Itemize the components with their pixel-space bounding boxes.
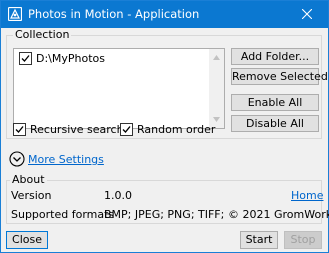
supported-formats-value: BMP; JPEG; PNG; TIFF; bbox=[104, 208, 225, 221]
scroll-down-icon[interactable] bbox=[213, 117, 220, 122]
window-content: Collection D:\MyPhotos Add Folder... Rem… bbox=[1, 28, 329, 252]
collection-group-title: Collection bbox=[13, 28, 72, 41]
close-button[interactable]: Close bbox=[6, 231, 48, 249]
chevron-down-circle-icon[interactable] bbox=[9, 151, 25, 167]
list-item[interactable]: D:\MyPhotos bbox=[15, 50, 211, 68]
close-icon bbox=[302, 9, 312, 19]
random-order-label: Random order bbox=[137, 123, 216, 136]
copyright-text: © 2021 GromWorks bbox=[228, 208, 329, 221]
list-scrollbar[interactable] bbox=[209, 49, 224, 128]
stop-button[interactable]: Stop bbox=[284, 231, 322, 249]
app-logo-icon bbox=[8, 7, 22, 21]
window-close-button[interactable] bbox=[286, 1, 328, 28]
home-link[interactable]: Home bbox=[291, 189, 323, 202]
add-folder-button[interactable]: Add Folder... bbox=[231, 48, 319, 65]
window-title: Photos in Motion - Application bbox=[28, 7, 200, 21]
scroll-up-icon[interactable] bbox=[213, 55, 220, 60]
checkmark-icon bbox=[122, 126, 131, 133]
more-settings-link[interactable]: More Settings bbox=[28, 153, 104, 166]
random-order-option[interactable]: Random order bbox=[120, 123, 215, 137]
folder-list[interactable]: D:\MyPhotos bbox=[13, 48, 225, 129]
recursive-search-option[interactable]: Recursive search bbox=[13, 123, 124, 137]
folder-enabled-checkbox[interactable] bbox=[19, 52, 32, 65]
version-value: 1.0.0 bbox=[104, 189, 132, 202]
start-button[interactable]: Start bbox=[240, 231, 278, 249]
title-bar[interactable]: Photos in Motion - Application bbox=[1, 1, 328, 28]
disable-all-button[interactable]: Disable All bbox=[231, 115, 319, 132]
recursive-search-checkbox[interactable] bbox=[13, 123, 26, 136]
random-order-checkbox[interactable] bbox=[120, 123, 133, 136]
folder-path: D:\MyPhotos bbox=[36, 52, 105, 65]
supported-formats-label: Supported formats bbox=[11, 208, 115, 221]
checkmark-icon bbox=[21, 55, 30, 62]
about-group: About Version 1.0.0 Home Supported forma… bbox=[6, 173, 329, 224]
about-group-title: About bbox=[10, 173, 47, 186]
recursive-search-label: Recursive search bbox=[30, 123, 124, 136]
remove-selected-button[interactable]: Remove Selected bbox=[231, 68, 328, 85]
checkmark-icon bbox=[15, 126, 24, 133]
application-window: Photos in Motion - Application Collectio… bbox=[0, 0, 329, 253]
version-label: Version bbox=[11, 189, 52, 202]
enable-all-button[interactable]: Enable All bbox=[231, 94, 319, 111]
